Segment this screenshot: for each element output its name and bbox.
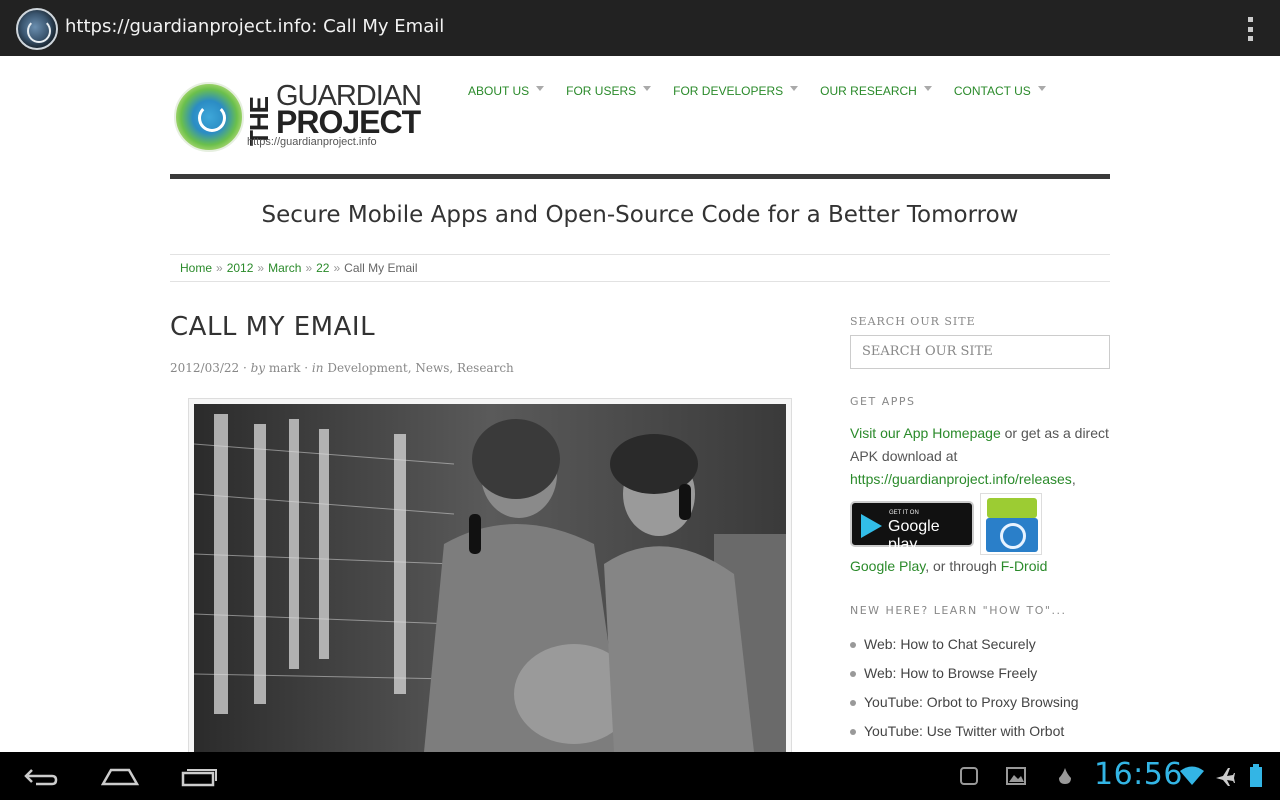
- logo-power-icon: [174, 82, 244, 152]
- breadcrumb-separator: »: [257, 261, 265, 275]
- site-logo[interactable]: THE GUARDIAN PROJECT https://guardianpro…: [170, 78, 422, 153]
- category-news[interactable]: News: [415, 361, 449, 375]
- breadcrumb-separator: »: [216, 261, 223, 275]
- nav-for-developers[interactable]: For Developers: [673, 84, 799, 98]
- caret-down-icon: [1037, 86, 1046, 91]
- gallery-icon: [1003, 752, 1029, 800]
- header-divider: [170, 174, 1110, 179]
- nav-label: Our Research: [820, 84, 917, 98]
- get-apps-text: Visit our App Homepage or get as a direc…: [850, 422, 1110, 491]
- nav-label: For Users: [566, 84, 637, 98]
- post-in-label: in: [311, 361, 324, 375]
- overflow-menu-icon[interactable]: [1246, 17, 1254, 41]
- category-research[interactable]: Research: [457, 361, 514, 375]
- fdroid-bottom: [986, 518, 1038, 552]
- google-play-badge[interactable]: GET IT ON Google play: [850, 501, 974, 553]
- breadcrumb: Home» 2012» March» 22» Call My Email: [170, 254, 1110, 282]
- breadcrumb-current: Call My Email: [344, 261, 418, 275]
- page-url-title[interactable]: https://guardianproject.info: Call My Em…: [65, 16, 444, 37]
- airplane-icon: [1212, 752, 1238, 800]
- nav-our-research[interactable]: Our Research: [820, 84, 932, 98]
- app-homepage-link[interactable]: Visit our App Homepage: [850, 425, 1001, 441]
- fdroid-top: [987, 498, 1037, 518]
- battery-icon: [1246, 752, 1266, 800]
- google-play-name: Google play: [888, 518, 940, 553]
- breadcrumb-separator: »: [305, 261, 313, 275]
- nav-label: Contact Us: [953, 84, 1031, 98]
- back-icon[interactable]: [20, 752, 60, 800]
- post-image[interactable]: [188, 398, 792, 758]
- home-icon[interactable]: [100, 752, 140, 800]
- howto-item-orbot-twitter[interactable]: YouTube: Use Twitter with Orbot: [850, 723, 1079, 752]
- system-navigation-bar: 16:56: [0, 752, 1280, 800]
- nav-for-users[interactable]: For Users: [566, 84, 652, 98]
- logo-url-text: https://guardianproject.info: [247, 136, 377, 148]
- stores-text: Google Play, or through F-Droid: [850, 555, 1047, 578]
- through-text: , or through: [925, 558, 1001, 574]
- nav-label: About Us: [468, 84, 530, 98]
- caret-down-icon: [643, 86, 652, 91]
- switchboard-photo: [194, 404, 786, 752]
- recent-apps-icon[interactable]: [180, 752, 220, 800]
- howto-list: Web: How to Chat Securely Web: How to Br…: [850, 636, 1079, 752]
- post-author[interactable]: mark: [269, 361, 301, 375]
- howto-item-orbot-proxy[interactable]: YouTube: Orbot to Proxy Browsing: [850, 694, 1079, 723]
- nav-label: For Developers: [673, 84, 784, 98]
- get-apps-heading: GET APPS: [850, 395, 916, 408]
- site-favicon-icon[interactable]: [16, 8, 58, 50]
- fdroid-link[interactable]: F-Droid: [1001, 558, 1048, 574]
- google-play-get-text: GET IT ON: [889, 510, 919, 516]
- releases-link[interactable]: https://guardianproject.info/releases: [850, 471, 1072, 487]
- browser-title-bar: https://guardianproject.info: Call My Em…: [0, 0, 1280, 56]
- site-tagline: Secure Mobile Apps and Open-Source Code …: [261, 202, 1019, 228]
- post-date: 2012/03/22: [170, 361, 240, 375]
- caret-down-icon: [923, 86, 932, 91]
- breadcrumb-separator: »: [333, 261, 341, 275]
- google-play-link[interactable]: Google Play: [850, 558, 925, 574]
- status-clock: 16:56: [1094, 757, 1183, 792]
- google-play-icon: [861, 514, 882, 538]
- main-nav: About Us For Users For Developers Our Re…: [468, 84, 1068, 98]
- category-development[interactable]: Development: [327, 361, 407, 375]
- drop-icon: [1053, 752, 1077, 800]
- post-title: CALL MY EMAIL: [170, 312, 376, 342]
- post-by-label: by: [250, 361, 266, 375]
- howto-item-chat[interactable]: Web: How to Chat Securely: [850, 636, 1079, 665]
- apps-text: ,: [1071, 471, 1076, 487]
- caret-down-icon: [790, 86, 799, 91]
- breadcrumb-month[interactable]: March: [268, 261, 301, 275]
- howto-item-browse[interactable]: Web: How to Browse Freely: [850, 665, 1079, 694]
- screenshot-icon: [956, 752, 982, 800]
- breadcrumb-year[interactable]: 2012: [227, 261, 254, 275]
- nav-about-us[interactable]: About Us: [468, 84, 545, 98]
- howto-heading: NEW HERE? LEARN "HOW TO"...: [850, 604, 1067, 617]
- nav-contact-us[interactable]: Contact Us: [954, 84, 1046, 98]
- breadcrumb-home[interactable]: Home: [180, 261, 212, 275]
- fdroid-badge-icon[interactable]: [980, 493, 1042, 555]
- caret-down-icon: [536, 86, 545, 91]
- post-meta: 2012/03/22 · by mark · in Development, N…: [170, 361, 514, 375]
- wifi-icon: [1178, 752, 1206, 800]
- search-heading: Search Our Site: [850, 315, 976, 328]
- breadcrumb-day[interactable]: 22: [316, 261, 329, 275]
- search-input[interactable]: SEARCH OUR SITE: [850, 335, 1110, 369]
